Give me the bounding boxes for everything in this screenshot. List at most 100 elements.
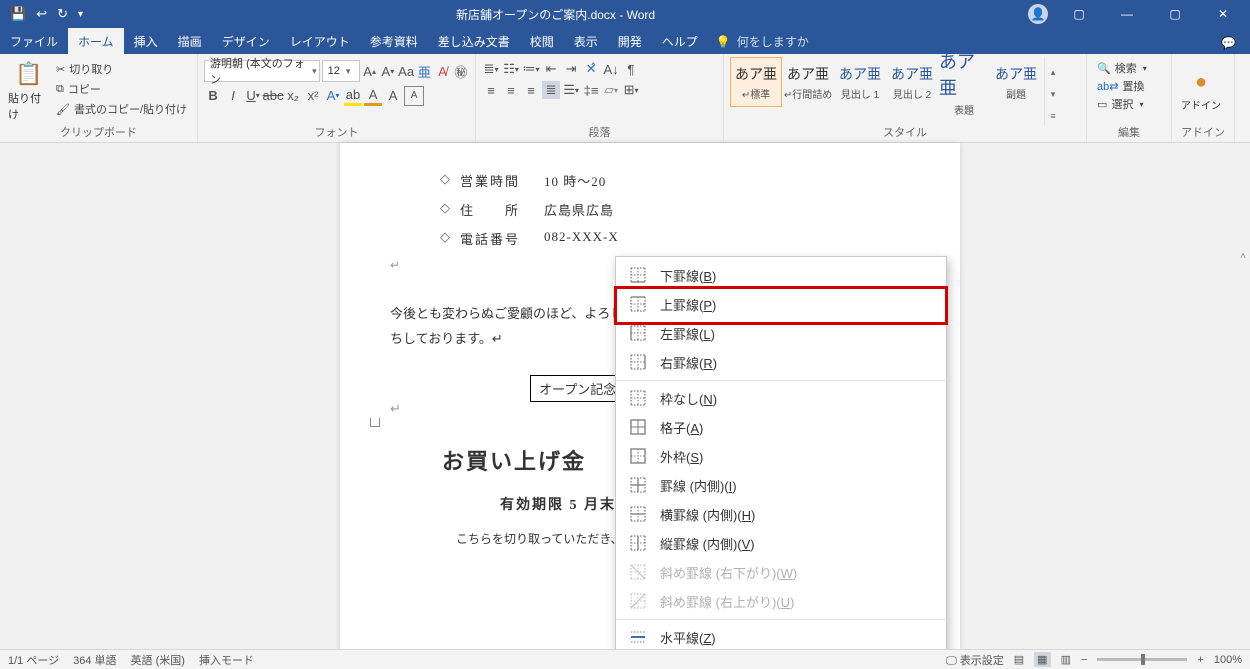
- zoom-in-icon[interactable]: +: [1197, 654, 1203, 666]
- font-name-combo[interactable]: 游明朝 (本文のフォン▾: [204, 60, 320, 82]
- tab-参考資料[interactable]: 参考資料: [360, 28, 428, 54]
- qat-more-icon[interactable]: ▾: [78, 9, 83, 20]
- sort-icon[interactable]: A↓: [602, 60, 620, 78]
- cut-button[interactable]: ✂切り取り: [52, 60, 191, 78]
- char-border-icon[interactable]: A: [404, 86, 424, 106]
- style-↵行間詰め[interactable]: あア亜↵行間詰め: [782, 57, 834, 107]
- border-menu-top[interactable]: 上罫線(P): [616, 290, 946, 319]
- ribbon-tabs: ファイルホーム挿入描画デザインレイアウト参考資料差し込み文書校閲表示開発ヘルプ …: [0, 28, 1250, 54]
- redo-icon[interactable]: ↻: [57, 6, 68, 22]
- style-表題[interactable]: あア亜表題: [938, 57, 990, 107]
- align-left-icon[interactable]: ≡: [482, 81, 500, 99]
- border-menu-right[interactable]: 右罫線(R): [616, 348, 946, 377]
- multilevel-icon[interactable]: ≔▾: [522, 60, 540, 78]
- user-avatar-icon[interactable]: 👤: [1028, 4, 1048, 24]
- italic-button[interactable]: I: [224, 87, 242, 105]
- font-color-icon[interactable]: A: [364, 85, 382, 106]
- style-見出し 2[interactable]: あア亜見出し 2: [886, 57, 938, 107]
- border-menu-in[interactable]: 罫線 (内側)(I): [616, 471, 946, 500]
- close-button[interactable]: ✕: [1206, 0, 1240, 28]
- styles-gallery-more[interactable]: ▴▾≡: [1044, 57, 1061, 126]
- indent-marker-icon[interactable]: [370, 418, 380, 427]
- tab-ファイル[interactable]: ファイル: [0, 28, 68, 54]
- text-effects-icon[interactable]: A▾: [324, 87, 342, 105]
- copy-button[interactable]: ⧉コピー: [52, 80, 191, 98]
- zoom-slider-thumb[interactable]: [1141, 654, 1145, 665]
- paste-button[interactable]: 📋 貼り付け: [6, 57, 52, 126]
- underline-button[interactable]: U▾: [244, 87, 262, 105]
- borders-icon[interactable]: ⊞▾: [622, 81, 640, 99]
- addin-button[interactable]: ● アドイン: [1178, 57, 1224, 126]
- justify-icon[interactable]: ≣: [542, 81, 560, 99]
- increase-indent-icon[interactable]: ⇥: [562, 60, 580, 78]
- border-menu-bottom[interactable]: 下罫線(B): [616, 261, 946, 290]
- zoom-slider[interactable]: [1097, 658, 1187, 661]
- shading-icon[interactable]: ▱▾: [602, 81, 620, 99]
- subscript-button[interactable]: x₂: [284, 87, 302, 105]
- phonetic-guide-icon[interactable]: 亜: [416, 62, 432, 80]
- status-insert-mode[interactable]: 挿入モード: [199, 652, 254, 668]
- display-setting-button[interactable]: 🖵 表示設定: [946, 652, 1004, 668]
- shrink-font-icon[interactable]: A▾: [380, 62, 396, 80]
- border-menu-out[interactable]: 外枠(S): [616, 442, 946, 471]
- tab-挿入[interactable]: 挿入: [124, 28, 168, 54]
- maximize-button[interactable]: ▢: [1158, 0, 1192, 28]
- highlight-icon[interactable]: ab: [344, 85, 362, 106]
- border-menu-inv[interactable]: 縦罫線 (内側)(V): [616, 529, 946, 558]
- tab-描画[interactable]: 描画: [168, 28, 212, 54]
- zoom-out-icon[interactable]: −: [1081, 654, 1087, 666]
- superscript-button[interactable]: x²: [304, 87, 322, 105]
- grow-font-icon[interactable]: A▴: [362, 62, 378, 80]
- border-menu-hr[interactable]: 水平線(Z): [616, 623, 946, 652]
- numbering-icon[interactable]: ☷▾: [502, 60, 520, 78]
- style-副題[interactable]: あア亜副題: [990, 57, 1042, 107]
- border-menu-inh[interactable]: 横罫線 (内側)(H): [616, 500, 946, 529]
- bullets-icon[interactable]: ≣▾: [482, 60, 500, 78]
- status-page[interactable]: 1/1 ページ: [8, 652, 59, 668]
- save-icon[interactable]: 💾: [10, 6, 26, 22]
- decrease-indent-icon[interactable]: ⇤: [542, 60, 560, 78]
- format-painter-button[interactable]: 🖌書式のコピー/貼り付け: [52, 100, 191, 118]
- tab-開発[interactable]: 開発: [608, 28, 652, 54]
- style-見出し 1[interactable]: あア亜見出し 1: [834, 57, 886, 107]
- tab-校閲[interactable]: 校閲: [520, 28, 564, 54]
- status-language[interactable]: 英語 (米国): [131, 652, 185, 668]
- border-menu-all[interactable]: 格子(A): [616, 413, 946, 442]
- align-center-icon[interactable]: ≡: [502, 81, 520, 99]
- minimize-button[interactable]: —: [1110, 0, 1144, 28]
- tell-me-search[interactable]: 💡 何をしますか: [716, 33, 809, 54]
- tab-レイアウト[interactable]: レイアウト: [280, 28, 360, 54]
- char-shading-icon[interactable]: A: [384, 87, 402, 105]
- web-layout-icon[interactable]: ▥: [1061, 653, 1071, 666]
- print-layout-icon[interactable]: ▦: [1034, 652, 1050, 667]
- select-button[interactable]: ▭選択▾: [1093, 95, 1165, 113]
- status-word-count[interactable]: 364 単語: [73, 652, 116, 668]
- tab-ホーム[interactable]: ホーム: [68, 28, 124, 54]
- border-menu-left[interactable]: 左罫線(L): [616, 319, 946, 348]
- bold-button[interactable]: B: [204, 87, 222, 105]
- enclose-char-icon[interactable]: ㊙: [453, 62, 469, 80]
- find-button[interactable]: 🔍検索▾: [1093, 59, 1165, 77]
- collapse-ribbon-icon[interactable]: ˄: [1240, 251, 1246, 262]
- replace-button[interactable]: ab⇄置換: [1093, 77, 1165, 95]
- distribute-icon[interactable]: ☰▾: [562, 81, 580, 99]
- tab-ヘルプ[interactable]: ヘルプ: [652, 28, 708, 54]
- undo-icon[interactable]: ↩: [36, 6, 47, 22]
- border-menu-none[interactable]: 枠なし(N): [616, 384, 946, 413]
- tab-デザイン[interactable]: デザイン: [212, 28, 280, 54]
- share-button[interactable]: 💬: [1221, 36, 1250, 54]
- text-direction-icon[interactable]: ✕̂: [582, 60, 600, 78]
- zoom-level[interactable]: 100%: [1214, 654, 1242, 666]
- align-right-icon[interactable]: ≡: [522, 81, 540, 99]
- tab-表示[interactable]: 表示: [564, 28, 608, 54]
- change-case-icon[interactable]: Aa: [398, 62, 414, 80]
- show-marks-icon[interactable]: ¶: [622, 60, 640, 78]
- read-mode-icon[interactable]: ▤: [1014, 653, 1024, 666]
- tab-差し込み文書[interactable]: 差し込み文書: [428, 28, 520, 54]
- font-size-combo[interactable]: 12▾: [322, 60, 360, 82]
- line-spacing-icon[interactable]: ‡≡: [582, 81, 600, 99]
- ribbon-display-options[interactable]: ▢: [1062, 0, 1096, 28]
- clear-format-icon[interactable]: A̸: [435, 62, 451, 80]
- style-↵標準[interactable]: あア亜↵標準: [730, 57, 782, 107]
- strikethrough-button[interactable]: abc: [264, 87, 282, 105]
